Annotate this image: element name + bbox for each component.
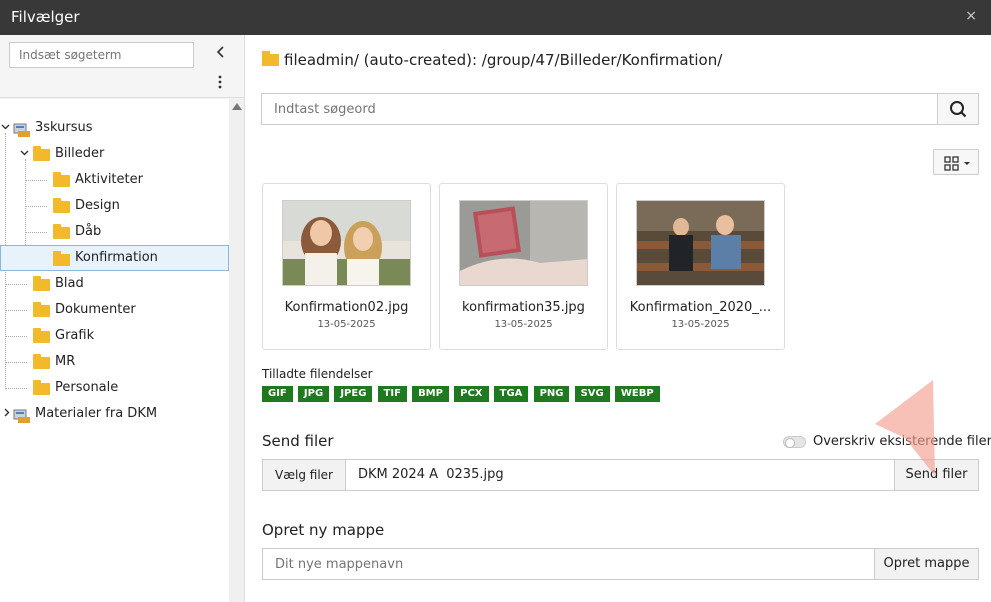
extension-badge: SVG [574, 386, 610, 402]
sidebar: 3skursus Billeder Aktiviteter Design Dåb [0, 35, 245, 602]
sidebar-toolbar [0, 35, 244, 98]
send-files-button[interactable]: Send filer [894, 460, 978, 490]
tree-scrollbar[interactable] [229, 99, 244, 602]
search-icon [950, 101, 967, 118]
tree-item-label: Konfirmation [75, 250, 158, 265]
file-name: Konfirmation02.jpg [284, 300, 409, 315]
extension-badge: BMP [412, 386, 449, 402]
site-icon [13, 407, 30, 423]
file-date: 13-05-2025 [317, 319, 376, 330]
upload-section-title: Send filer [262, 432, 334, 450]
folder-icon [33, 328, 50, 343]
chevron-down-icon[interactable] [1, 115, 10, 141]
tree-item-label: Personale [55, 380, 119, 395]
file-name: Konfirmation_2020_... [629, 300, 772, 315]
tree-item-blad[interactable]: Blad [0, 271, 229, 297]
folder-icon [33, 380, 50, 395]
file-thumbnail [459, 200, 588, 286]
folder-icon [33, 276, 50, 291]
create-folder-button[interactable]: Opret mappe [874, 549, 978, 579]
extension-badge: PCX [454, 386, 489, 402]
new-folder-bar: Opret mappe [262, 548, 979, 580]
main-panel: fileadmin/ (auto-created): /group/47/Bil… [246, 35, 991, 602]
chevron-down-icon[interactable] [20, 141, 29, 167]
tree-item-aktiviteter[interactable]: Aktiviteter [0, 167, 229, 193]
file-search [261, 93, 979, 125]
tree-item-label: Billeder [55, 146, 105, 161]
tree-item-grafik[interactable]: Grafik [0, 323, 229, 349]
window-titlebar: Filvælger × [0, 0, 991, 35]
extension-badge: GIF [262, 386, 293, 402]
folder-icon [262, 51, 279, 66]
overwrite-label: Overskriv eksisterende filer [813, 434, 991, 449]
file-card[interactable]: konfirmation35.jpg 13-05-2025 [439, 183, 608, 350]
file-name: konfirmation35.jpg [462, 300, 585, 315]
tree-item-design[interactable]: Design [0, 193, 229, 219]
view-mode-button[interactable] [933, 149, 979, 175]
tree-item-konfirmation[interactable]: Konfirmation [0, 245, 229, 271]
tree-item-label: Dokumenter [55, 302, 136, 317]
file-date: 13-05-2025 [671, 319, 730, 330]
tree-item-daab[interactable]: Dåb [0, 219, 229, 245]
chevron-right-icon[interactable] [2, 401, 11, 427]
current-path: fileadmin/ (auto-created): /group/47/Bil… [262, 51, 722, 69]
file-search-input[interactable] [262, 94, 938, 124]
tree-item-label: Design [75, 198, 120, 213]
file-thumbnail [282, 200, 411, 286]
folder-icon [53, 251, 70, 266]
window-title: Filvælger [11, 8, 80, 26]
scroll-up-icon[interactable] [232, 103, 242, 110]
more-options-icon[interactable] [218, 75, 222, 92]
tree-search-input[interactable] [9, 42, 194, 68]
tree-item-materialer-fra-dkm[interactable]: Materialer fra DKM [0, 401, 229, 427]
tree-item-dokumenter[interactable]: Dokumenter [0, 297, 229, 323]
new-folder-name-input[interactable] [263, 549, 873, 579]
tree-item-label: Materialer fra DKM [35, 406, 158, 421]
extension-badge: JPEG [334, 386, 373, 402]
extension-badge: TIF [377, 386, 407, 402]
tree-item-mr[interactable]: MR [0, 349, 229, 375]
extension-badge: JPG [297, 386, 330, 402]
tree-item-label: Grafik [55, 328, 95, 343]
tree-item-label: Aktiviteter [75, 172, 143, 187]
extension-badge: TGA [493, 386, 529, 402]
choose-files-button[interactable]: Vælg filer [263, 460, 346, 490]
file-card[interactable]: Konfirmation02.jpg 13-05-2025 [262, 183, 431, 350]
tree-item-label: 3skursus [35, 120, 93, 135]
selected-file-name: DKM 2024 A 0235.jpg [358, 467, 504, 482]
tree-item-billeder[interactable]: Billeder [0, 141, 229, 167]
tree-item-label: MR [55, 354, 76, 369]
tree-item-label: Blad [55, 276, 84, 291]
close-icon[interactable]: × [965, 8, 977, 24]
overwrite-toggle[interactable] [783, 436, 806, 448]
folder-icon [33, 354, 50, 369]
folder-icon [53, 224, 70, 239]
extension-badge: PNG [533, 386, 570, 402]
allowed-extensions: GIF JPG JPEG TIF BMP PCX TGA PNG SVG WEB… [262, 385, 661, 402]
folder-tree: 3skursus Billeder Aktiviteter Design Dåb [0, 99, 229, 602]
tree-item-3skursus[interactable]: 3skursus [0, 115, 229, 141]
file-card[interactable]: Konfirmation_2020_... 13-05-2025 [616, 183, 785, 350]
site-icon [13, 121, 30, 137]
allowed-extensions-label: Tilladte filendelser [262, 367, 373, 381]
grid-view-icon [944, 156, 970, 171]
file-date: 13-05-2025 [494, 319, 553, 330]
file-thumbnail [636, 200, 765, 286]
search-button[interactable] [937, 94, 978, 124]
collapse-sidebar-icon[interactable] [216, 46, 226, 62]
new-folder-section-title: Opret ny mappe [262, 521, 385, 539]
upload-bar: Vælg filer DKM 2024 A 0235.jpg Send file… [262, 459, 979, 491]
folder-icon [33, 146, 50, 161]
folder-icon [53, 198, 70, 213]
folder-icon [33, 302, 50, 317]
extension-badge: WEBP [614, 386, 660, 402]
tree-item-label: Dåb [75, 224, 102, 239]
tree-item-personale[interactable]: Personale [0, 375, 229, 401]
folder-icon [53, 172, 70, 187]
path-text: fileadmin/ (auto-created): /group/47/Bil… [284, 51, 723, 69]
